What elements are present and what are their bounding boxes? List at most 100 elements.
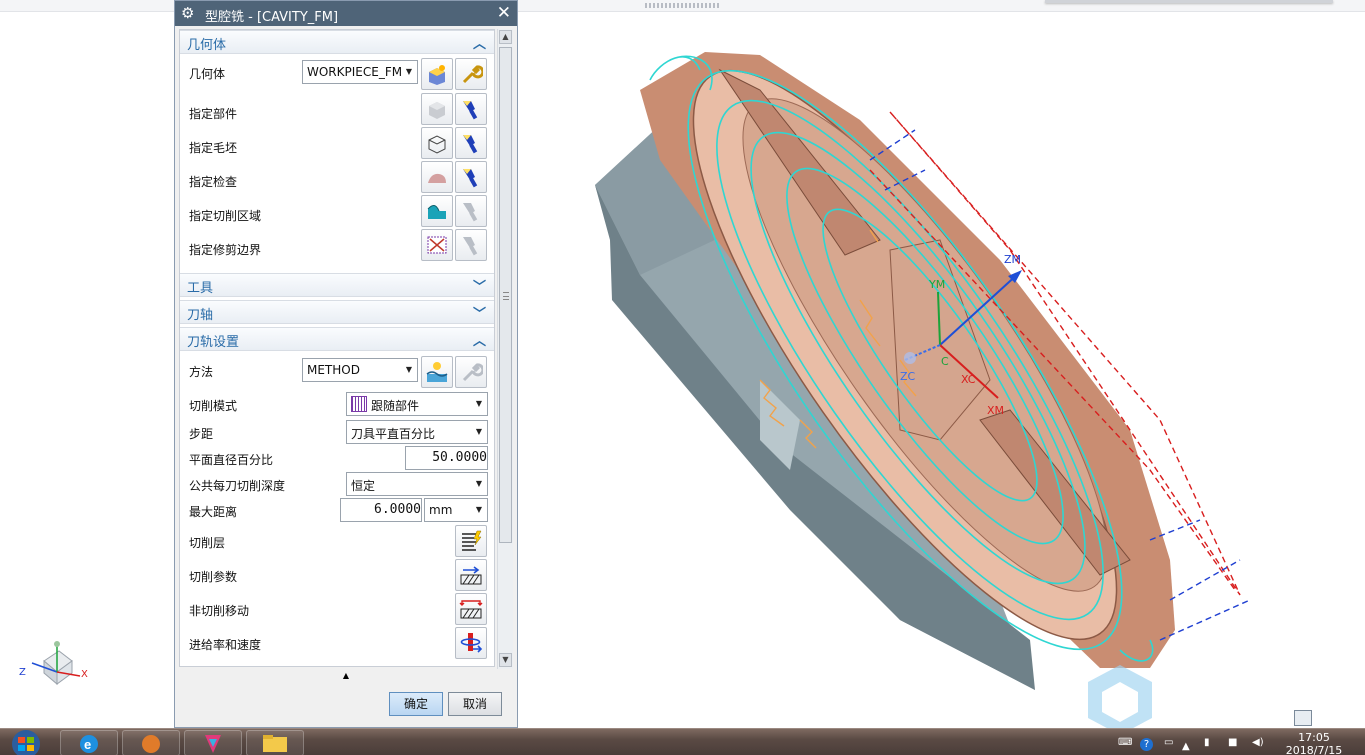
- dialog-title-bar[interactable]: ⚙ 型腔铣 - [CAVITY_FM] ✕: [175, 1, 517, 26]
- scroll-down-arrow-icon[interactable]: ▼: [499, 653, 512, 667]
- non-cutting-moves-button[interactable]: [455, 593, 487, 625]
- flashlight-icon: [463, 169, 478, 188]
- method-select[interactable]: METHOD ▼: [302, 358, 418, 382]
- chevron-down-icon[interactable]: ﹀: [473, 303, 486, 322]
- dialog-body: 几何体 ︿ 几何体 WORKPIECE_FM ▼ 指定部件 指定毛坯 指定检查 …: [179, 29, 495, 667]
- display-trim-boundary-button[interactable]: [455, 229, 487, 261]
- section-path-settings[interactable]: 刀轨设置 ︿: [180, 327, 494, 351]
- max-distance-input[interactable]: 6.0000: [340, 498, 422, 522]
- new-method-icon: [426, 362, 448, 382]
- edit-geometry-button[interactable]: [455, 58, 487, 90]
- ok-button[interactable]: 确定: [389, 692, 443, 716]
- view-triad-icon: [31, 641, 81, 686]
- display-cut-area-button[interactable]: [455, 195, 487, 227]
- section-geometry[interactable]: 几何体 ︿: [180, 30, 494, 54]
- chevron-down-icon: ▼: [475, 505, 483, 514]
- new-method-button[interactable]: [421, 356, 453, 388]
- flat-diameter-percent-input[interactable]: 50.0000: [405, 446, 488, 470]
- specify-trim-boundary-label: 指定修剪边界: [189, 243, 262, 257]
- select-trim-boundary-button[interactable]: [421, 229, 453, 261]
- check-geometry-icon: [428, 173, 446, 183]
- scrollbar-thumb[interactable]: [499, 47, 512, 543]
- nx-icon: [205, 735, 221, 753]
- section-path-settings-title: 刀轨设置: [187, 335, 240, 350]
- cut-pattern-select[interactable]: 跟随部件 ▼: [346, 392, 488, 416]
- stepover-label: 步距: [189, 427, 214, 441]
- new-geometry-button[interactable]: [421, 58, 453, 90]
- edit-method-button[interactable]: [455, 356, 487, 388]
- chevron-down-icon: ▼: [475, 427, 483, 436]
- section-tool-axis[interactable]: 刀轴 ﹀: [180, 300, 494, 324]
- chevron-down-icon: ▼: [475, 399, 483, 408]
- show-hidden-icon[interactable]: ▲: [1182, 741, 1190, 752]
- select-blank-button[interactable]: [421, 127, 453, 159]
- xc-axis-label: XC: [961, 373, 976, 386]
- windows-start-icon[interactable]: [4, 730, 48, 755]
- select-cut-area-button[interactable]: [421, 195, 453, 227]
- chevron-down-icon[interactable]: ﹀: [473, 276, 486, 295]
- screen: ZM YM XM ZC XC C Z X ⚙ 型腔铣 - [CAVITY_FM]…: [0, 0, 1365, 755]
- display-part-button[interactable]: [455, 93, 487, 125]
- feeds-speeds-button[interactable]: [455, 627, 487, 659]
- scroll-up-arrow-icon[interactable]: ▲: [499, 30, 512, 44]
- cut-levels-button[interactable]: [455, 525, 487, 557]
- flashlight-icon: [463, 135, 478, 154]
- flat-diameter-percent-value: 50.0000: [432, 450, 487, 465]
- cut-levels-icon: [462, 530, 482, 551]
- cut-levels-label: 切削层: [189, 536, 226, 550]
- part-icon: [429, 102, 445, 119]
- taskbar-nx[interactable]: [184, 730, 242, 755]
- tray-app-icon[interactable]: ■: [1228, 737, 1237, 748]
- display-check-button[interactable]: [455, 161, 487, 193]
- cut-pattern-value: 跟随部件: [371, 399, 420, 413]
- cut-params-label: 切削参数: [189, 570, 238, 584]
- taskbar-explorer[interactable]: [246, 730, 304, 755]
- geometry-select[interactable]: WORKPIECE_FM ▼: [302, 60, 418, 84]
- geometry-label: 几何体: [189, 67, 226, 81]
- display-blank-button[interactable]: [455, 127, 487, 159]
- triad-x-label: X: [81, 669, 88, 680]
- specify-blank-label: 指定毛坯: [189, 141, 238, 155]
- flashlight-icon: [463, 101, 478, 120]
- close-icon[interactable]: ✕: [497, 3, 511, 23]
- chevron-up-icon[interactable]: ︿: [473, 33, 486, 52]
- feeds-speeds-label: 进给率和速度: [189, 638, 262, 652]
- trim-boundary-icon: [427, 236, 447, 254]
- volume-icon[interactable]: ◀): [1252, 737, 1264, 748]
- taskbar-clock[interactable]: 17:05 2018/7/15: [1284, 731, 1344, 755]
- taskbar-app-2[interactable]: [122, 730, 180, 755]
- taskbar-ie[interactable]: e: [60, 730, 118, 755]
- clock-time: 17:05: [1298, 731, 1330, 744]
- depth-per-cut-select[interactable]: 恒定 ▼: [346, 472, 488, 496]
- svg-text:e: e: [84, 737, 91, 752]
- keyboard-icon[interactable]: ⌨: [1118, 737, 1132, 748]
- cancel-button[interactable]: 取消: [448, 692, 502, 716]
- gear-icon: ⚙: [181, 4, 195, 22]
- dialog-scrollbar[interactable]: ▲ ▼: [497, 29, 513, 669]
- xm-axis-label: XM: [987, 404, 1005, 417]
- select-part-button[interactable]: [421, 93, 453, 125]
- select-check-button[interactable]: [421, 161, 453, 193]
- cut-area-icon: [427, 205, 446, 219]
- network-icon[interactable]: ▮: [1204, 737, 1210, 748]
- max-distance-unit-select[interactable]: mm ▼: [424, 498, 488, 522]
- app-bird-icon: [142, 735, 160, 753]
- stepover-select[interactable]: 刀具平直百分比 ▼: [346, 420, 488, 444]
- cut-params-icon: [460, 566, 482, 585]
- ie-icon: e: [80, 735, 98, 753]
- geometry-select-value: WORKPIECE_FM: [307, 65, 401, 79]
- cut-params-button[interactable]: [455, 559, 487, 591]
- tray-window-icon[interactable]: ▭: [1164, 737, 1173, 748]
- method-label: 方法: [189, 365, 214, 379]
- window-switch-icon[interactable]: [1294, 710, 1312, 726]
- triad-z-label: Z: [19, 667, 26, 678]
- zc-axis-label: ZC: [900, 370, 916, 383]
- chevron-up-icon[interactable]: ︿: [473, 330, 486, 349]
- help-icon[interactable]: ?: [1140, 738, 1153, 751]
- folder-icon: [263, 735, 287, 752]
- method-select-value: METHOD: [307, 363, 360, 377]
- section-tool[interactable]: 工具 ﹀: [180, 273, 494, 297]
- collapse-dialog-icon[interactable]: ▲: [179, 669, 513, 683]
- c-origin-label: C: [941, 355, 949, 368]
- specify-cut-area-label: 指定切削区域: [189, 209, 262, 223]
